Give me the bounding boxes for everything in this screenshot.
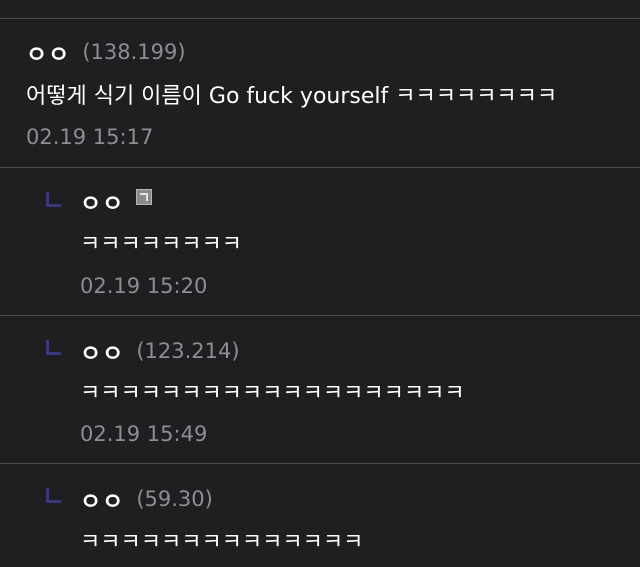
comment-item: ㅇㅇ (138.199) 어떻게 식기 이름이 Go fuck yourself… xyxy=(0,19,640,167)
comment-nickname[interactable]: ㅇㅇ xyxy=(26,35,70,69)
reply-text: ㅋㅋㅋㅋㅋㅋㅋㅋ xyxy=(80,232,242,257)
reply-item: ㅇㅇ (59.30) ㅋㅋㅋㅋㅋㅋㅋㅋㅋㅋㅋㅋㅋㅋ xyxy=(0,464,640,567)
reply-nickname[interactable]: ㅇㅇ xyxy=(80,334,124,368)
reply-arrow-icon xyxy=(46,488,61,503)
comment-ip: (138.199) xyxy=(82,40,186,64)
reply-header: ㅇㅇ (59.30) xyxy=(80,482,213,516)
reply-header: ㅇㅇ (123.214) xyxy=(80,334,240,368)
comment-text: 어떻게 식기 이름이 Go fuck yourself ㅋㅋㅋㅋㅋㅋㅋㅋ xyxy=(26,84,558,109)
reply-arrow-icon xyxy=(46,192,61,207)
reply-ip: (123.214) xyxy=(136,339,240,363)
reply-date: 02.19 15:49 xyxy=(80,422,208,446)
user-badge-icon xyxy=(136,189,153,205)
comment-header: ㅇㅇ (138.199) xyxy=(26,35,186,69)
reply-ip: (59.30) xyxy=(136,487,213,511)
reply-header: ㅇㅇ xyxy=(80,184,153,218)
reply-nickname[interactable]: ㅇㅇ xyxy=(80,482,124,516)
reply-date: 02.19 15:20 xyxy=(80,274,208,298)
reply-arrow-icon xyxy=(46,340,61,355)
reply-text: ㅋㅋㅋㅋㅋㅋㅋㅋㅋㅋㅋㅋㅋㅋㅋㅋㅋㅋㅋ xyxy=(80,381,465,406)
comment-date: 02.19 15:17 xyxy=(26,125,154,149)
reply-nickname[interactable]: ㅇㅇ xyxy=(80,184,124,218)
reply-text: ㅋㅋㅋㅋㅋㅋㅋㅋㅋㅋㅋㅋㅋㅋ xyxy=(80,530,364,555)
reply-item: ㅇㅇ ㅋㅋㅋㅋㅋㅋㅋㅋ 02.19 15:20 xyxy=(0,168,640,315)
reply-item: ㅇㅇ (123.214) ㅋㅋㅋㅋㅋㅋㅋㅋㅋㅋㅋㅋㅋㅋㅋㅋㅋㅋㅋ 02.19 1… xyxy=(0,316,640,463)
